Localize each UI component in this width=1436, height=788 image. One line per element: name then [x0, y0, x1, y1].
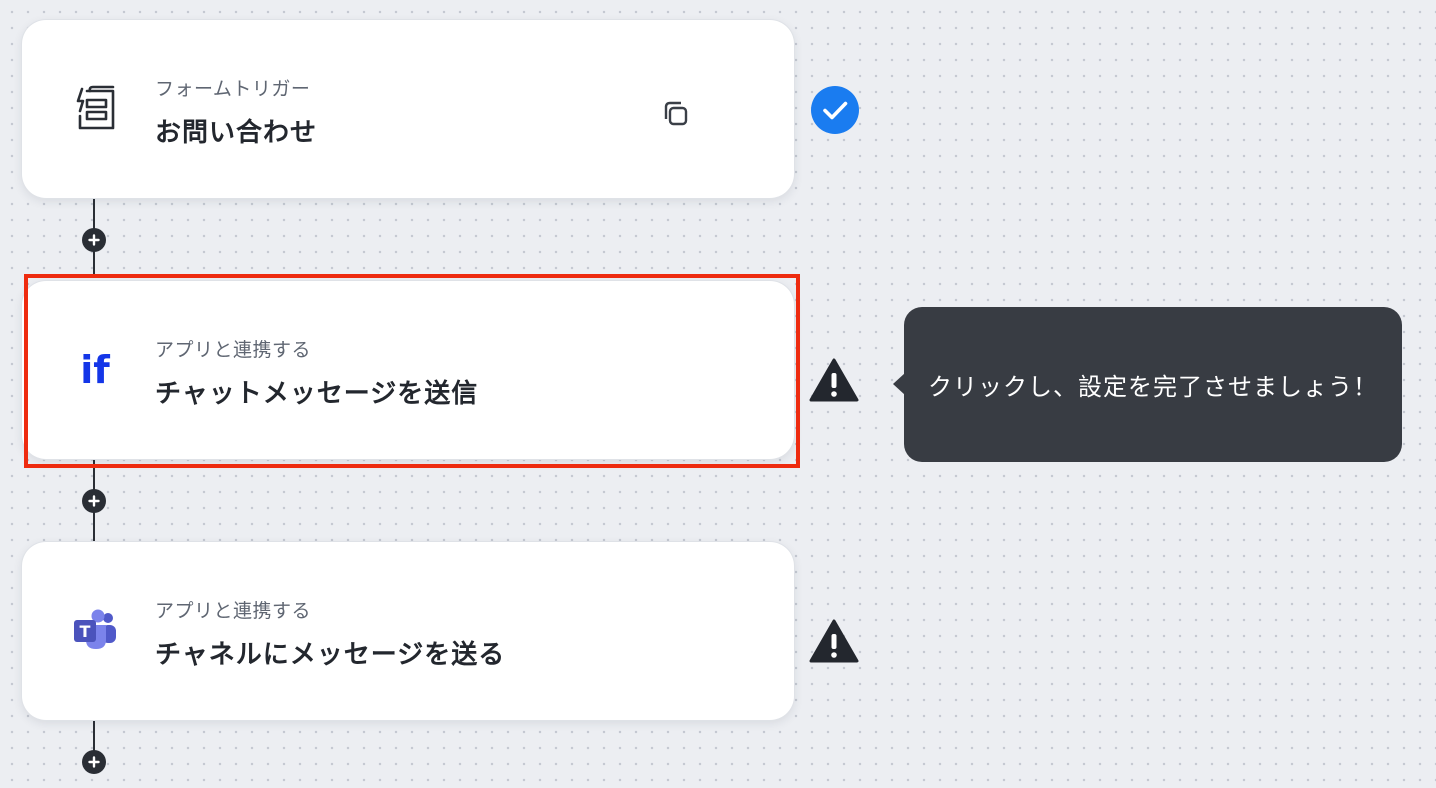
- step-title: お問い合わせ: [155, 118, 318, 148]
- add-step-button[interactable]: [82, 228, 106, 252]
- add-step-button[interactable]: [82, 750, 106, 774]
- if-app-icon: if: [68, 342, 122, 396]
- step-type-label: アプリと連携する: [155, 339, 312, 361]
- step-title: チャネルにメッセージを送る: [155, 640, 506, 670]
- step-title: チャットメッセージを送信: [155, 379, 479, 409]
- step-type-label: アプリと連携する: [155, 600, 312, 622]
- step-complete-status: [809, 84, 861, 136]
- copy-icon: [664, 101, 688, 126]
- plus-icon: [88, 756, 100, 768]
- tooltip-text: クリックし、設定を完了させましょう！: [928, 373, 1378, 401]
- warning-icon: [809, 358, 859, 402]
- flow-step-card-chat-message[interactable]: if アプリと連携する チャットメッセージを送信: [22, 281, 794, 459]
- microsoft-teams-icon: T: [68, 603, 122, 657]
- form-trigger-icon: [68, 81, 122, 135]
- add-step-button[interactable]: [82, 489, 106, 513]
- warning-icon: [809, 619, 859, 663]
- plus-icon: [88, 495, 100, 507]
- step-warning-status[interactable]: [808, 616, 860, 668]
- svg-text:T: T: [80, 622, 91, 641]
- setup-hint-tooltip: クリックし、設定を完了させましょう！: [893, 307, 1402, 462]
- flow-step-card-teams-message[interactable]: T アプリと連携する チャネルにメッセージを送る: [22, 542, 794, 720]
- flow-step-card-form-trigger[interactable]: フォームトリガー お問い合わせ: [22, 20, 794, 198]
- step-warning-status[interactable]: [808, 355, 860, 407]
- copy-button[interactable]: [656, 94, 696, 134]
- svg-text:if: if: [80, 348, 110, 392]
- plus-icon: [88, 234, 100, 246]
- step-type-label: フォームトリガー: [155, 78, 311, 100]
- check-circle-icon: [811, 86, 859, 134]
